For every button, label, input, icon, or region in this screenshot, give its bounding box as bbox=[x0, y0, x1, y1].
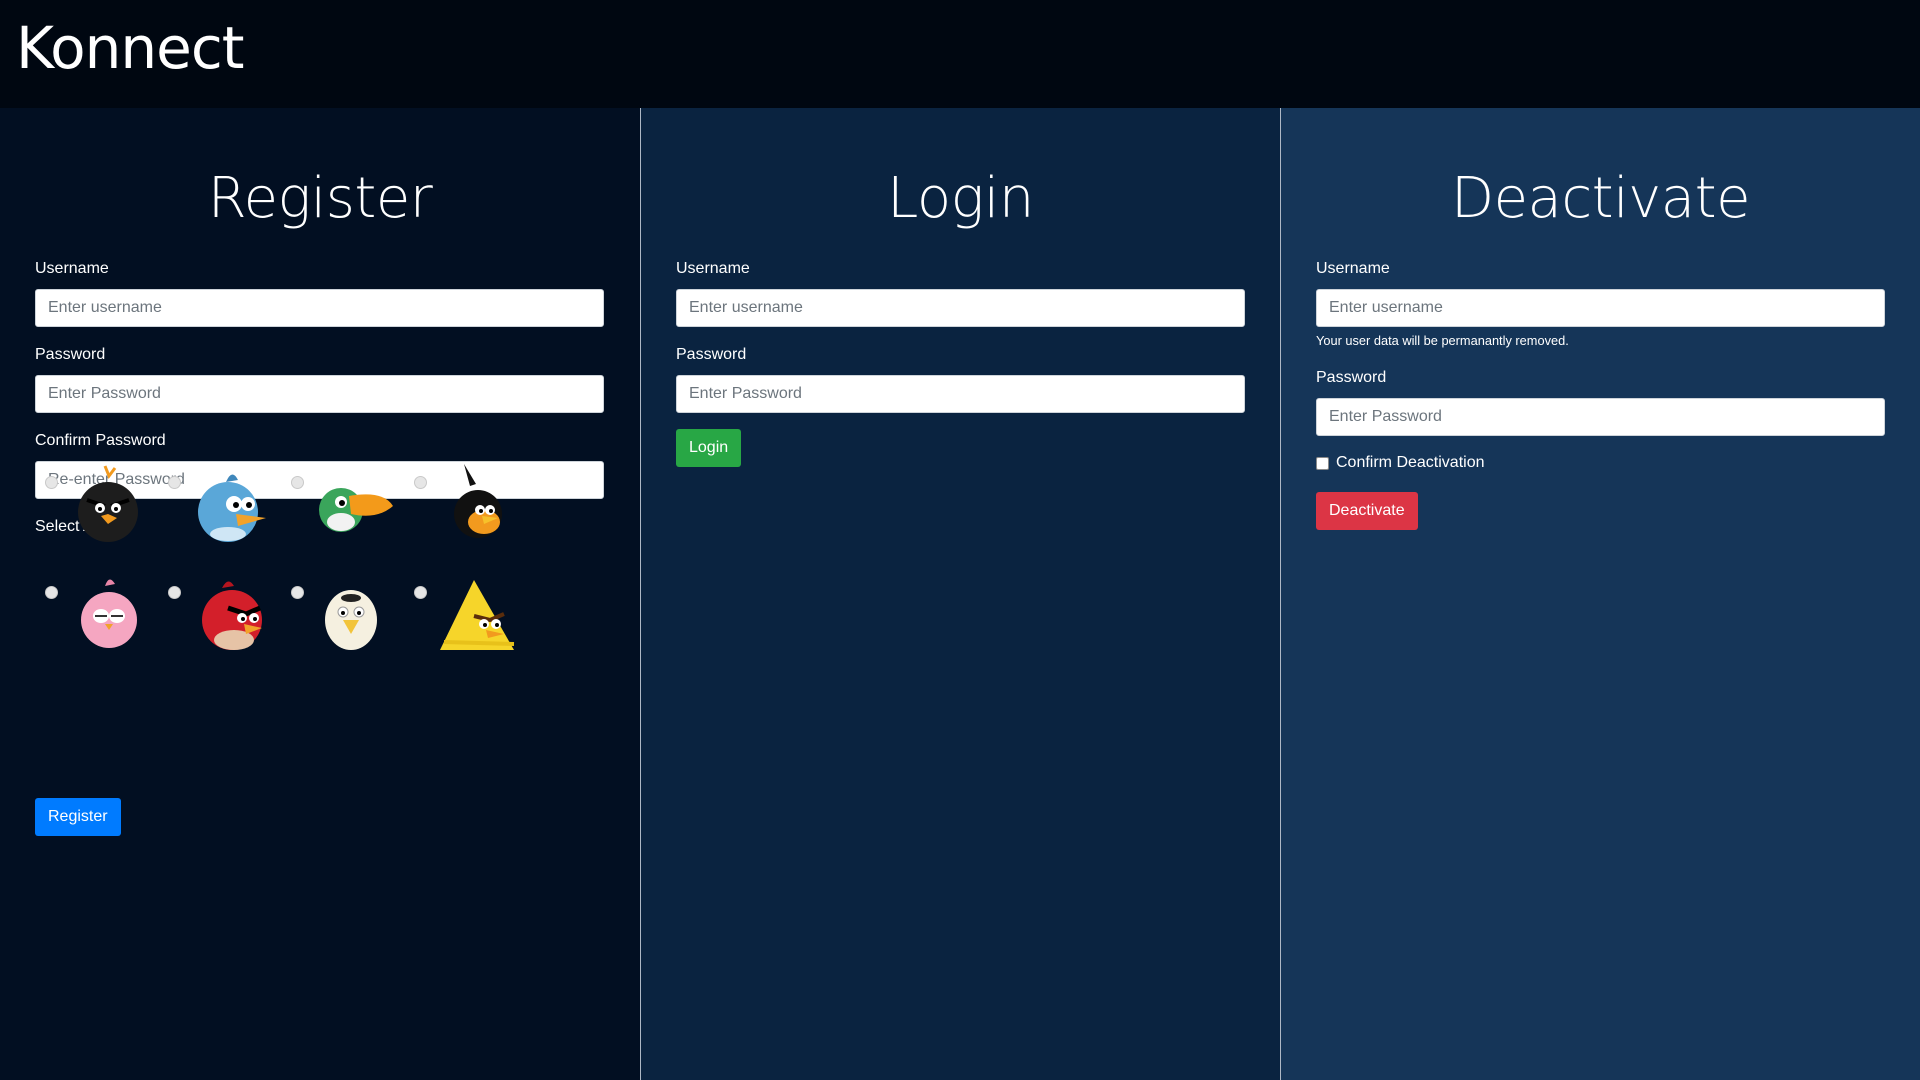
pink-bird-avatar-icon bbox=[81, 579, 137, 648]
avatar-radio[interactable] bbox=[291, 586, 304, 599]
avatar-option-orange-black-bird[interactable] bbox=[404, 462, 524, 562]
login-panel: Login Username Password Login bbox=[640, 108, 1280, 1080]
avatar-grid bbox=[35, 462, 535, 682]
black-bird-avatar-icon bbox=[78, 465, 138, 542]
register-panel: Register Username Password Confirm Passw… bbox=[0, 108, 640, 1080]
avatar-option-red-bird[interactable] bbox=[158, 572, 278, 672]
deactivate-password-input[interactable] bbox=[1316, 398, 1885, 436]
deactivate-button[interactable]: Deactivate bbox=[1316, 492, 1418, 530]
login-button[interactable]: Login bbox=[676, 429, 742, 467]
deactivate-username-label: Username bbox=[1316, 260, 1390, 277]
avatar-radio[interactable] bbox=[291, 476, 304, 489]
green-toucan-bird-avatar-icon bbox=[319, 488, 393, 532]
avatar-option-white-bird[interactable] bbox=[281, 572, 401, 672]
login-username-input[interactable] bbox=[676, 289, 1245, 327]
login-password-input[interactable] bbox=[676, 375, 1245, 413]
avatar-radio[interactable] bbox=[45, 476, 58, 489]
avatar-radio[interactable] bbox=[414, 476, 427, 489]
avatar-option-blue-bird[interactable] bbox=[158, 462, 278, 562]
register-password-input[interactable] bbox=[35, 375, 604, 413]
top-navbar: Konnect bbox=[0, 0, 1920, 108]
register-title: Register bbox=[207, 166, 433, 231]
yellow-bird-avatar-icon bbox=[440, 580, 515, 650]
deactivate-password-label: Password bbox=[1316, 369, 1387, 386]
avatar-radio[interactable] bbox=[45, 586, 58, 599]
deactivate-help-text: Your user data will be permanantly remov… bbox=[1316, 333, 1569, 348]
white-bird-avatar-icon bbox=[325, 590, 377, 650]
blue-bird-avatar-icon bbox=[198, 474, 266, 542]
register-username-input[interactable] bbox=[35, 289, 604, 327]
brand-logo[interactable]: Konnect bbox=[16, 14, 244, 82]
register-username-label: Username bbox=[35, 260, 109, 277]
deactivate-username-input[interactable] bbox=[1316, 289, 1885, 327]
orange-black-bird-avatar-icon bbox=[454, 464, 502, 538]
login-title: Login bbox=[887, 166, 1034, 231]
avatar-option-black-bird[interactable] bbox=[35, 462, 155, 562]
red-bird-avatar-icon bbox=[202, 581, 262, 650]
register-confirm-label: Confirm Password bbox=[35, 432, 166, 449]
avatar-option-green-toucan-bird[interactable] bbox=[281, 462, 401, 562]
login-password-label: Password bbox=[676, 346, 747, 363]
avatar-option-yellow-bird[interactable] bbox=[404, 572, 524, 672]
register-button[interactable]: Register bbox=[35, 798, 121, 836]
avatar-radio[interactable] bbox=[168, 476, 181, 489]
avatar-radio[interactable] bbox=[168, 586, 181, 599]
login-username-label: Username bbox=[676, 260, 750, 277]
register-password-label: Password bbox=[35, 346, 106, 363]
avatar-radio[interactable] bbox=[414, 586, 427, 599]
deactivate-title: Deactivate bbox=[1450, 166, 1751, 231]
confirm-deactivation-label[interactable]: Confirm Deactivation bbox=[1336, 454, 1485, 472]
confirm-deactivation-checkbox[interactable] bbox=[1316, 457, 1329, 470]
avatar-option-pink-bird[interactable] bbox=[35, 572, 155, 672]
deactivate-panel: Deactivate Username Your user data will … bbox=[1280, 108, 1920, 1080]
